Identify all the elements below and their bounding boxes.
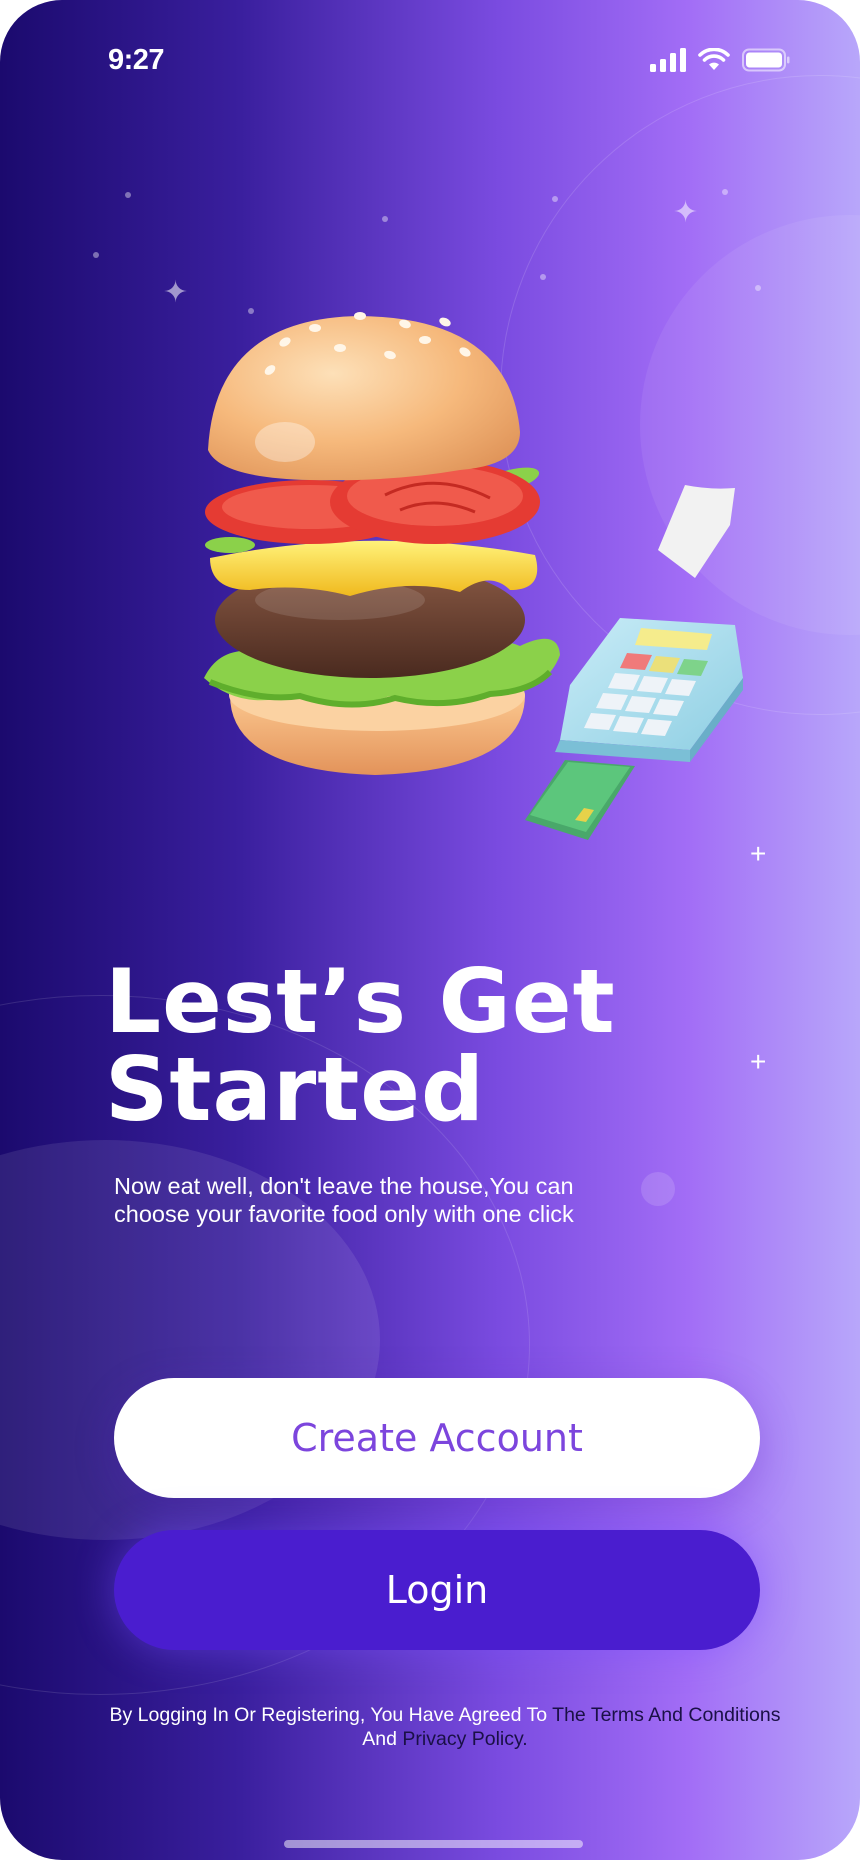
legal-notice: By Logging In Or Registering, You Have A…	[100, 1703, 790, 1751]
sparkle-dot	[125, 192, 131, 198]
sparkle-icon: ✦	[673, 196, 699, 229]
card-terminal-icon	[525, 485, 743, 840]
hero-illustration	[204, 312, 743, 840]
status-icons	[650, 48, 790, 72]
wifi-icon	[698, 48, 730, 70]
plus-sparkle-icon: +	[750, 1046, 767, 1077]
subtitle: Now eat well, don't leave the house,You …	[114, 1173, 574, 1227]
status-time: 9:27	[108, 44, 165, 76]
sparkle-dot	[552, 196, 558, 202]
create-account-button[interactable]: Create Account	[114, 1378, 760, 1498]
status-bar: 9:27	[0, 44, 860, 84]
legal-prefix: By Logging In Or Registering, You Have A…	[109, 1704, 553, 1726]
signal-icon	[650, 48, 686, 72]
decorative-ring	[641, 1172, 675, 1206]
sparkle-dot	[755, 285, 761, 291]
sparkle-icon: ✦	[163, 276, 189, 309]
privacy-policy-link[interactable]: Privacy Policy.	[402, 1728, 527, 1750]
sparkle-dot	[382, 216, 388, 222]
sparkle-dot	[722, 189, 728, 195]
terms-link[interactable]: The Terms And Conditions	[552, 1704, 780, 1726]
sparkle-dot	[93, 252, 99, 258]
headline: Lest’s Get Started	[105, 958, 705, 1134]
onboarding-screen: ✦ ✦ + + 9:27 Lest’s Get Started Now eat …	[0, 0, 860, 1860]
legal-connector: And	[362, 1728, 403, 1750]
battery-icon	[742, 48, 790, 72]
headline-line-2: Started	[105, 1038, 485, 1141]
sparkle-dot	[540, 274, 546, 280]
login-button[interactable]: Login	[114, 1530, 760, 1650]
home-indicator[interactable]	[284, 1840, 583, 1848]
headline-line-1: Lest’s Get	[105, 950, 616, 1053]
burger-icon	[204, 312, 560, 775]
